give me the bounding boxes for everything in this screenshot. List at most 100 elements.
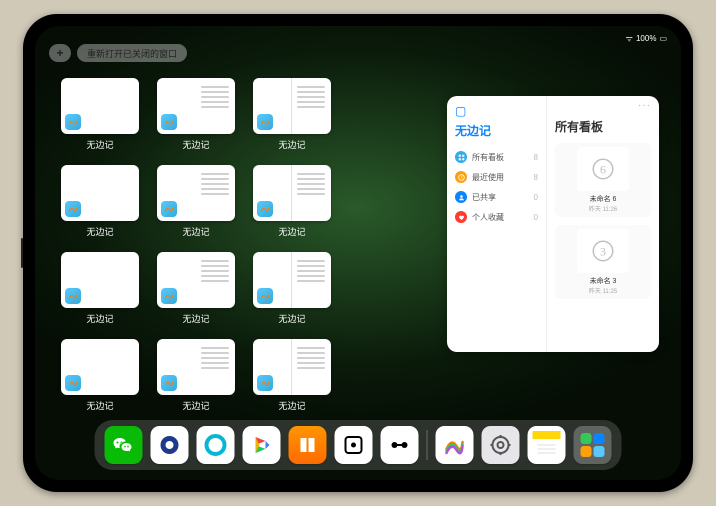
dock [95,420,622,470]
freeform-app-icon [65,375,81,391]
window-thumb[interactable]: 无边记 [251,78,333,151]
category-label: 个人收藏 [472,212,504,223]
window-preview [157,165,235,221]
freeform-app-icon [161,114,177,130]
window-preview [253,252,331,308]
board-date: 昨天 11:26 [589,204,617,213]
window-label: 无边记 [278,312,305,325]
category-heart[interactable]: 个人收藏 0 [455,207,538,227]
freeform-app-icon [161,375,177,391]
heart-icon [455,211,467,223]
window-label: 无边记 [86,399,113,412]
reopen-closed-window-pill[interactable]: 重新打开已关闭的窗口 [77,44,187,62]
dock-app-browser-hd[interactable] [151,426,189,464]
freeform-panel[interactable]: ▢ 无边记 所有看板 8 最近使用 8 已共享 0 个人收藏 0 ··· 所有看板 6 未命名 … [447,96,659,352]
window-thumb[interactable]: 无边记 [155,165,237,238]
battery-icon: ▭ [659,34,667,43]
app-switcher-grid: 无边记无边记无边记无边记无边记无边记无边记无边记无边记无边记无边记无边记 [59,78,429,412]
window-label: 无边记 [86,138,113,151]
category-label: 已共享 [472,192,496,203]
category-count: 0 [534,213,538,222]
dock-app-books[interactable] [289,426,327,464]
window-preview [61,78,139,134]
window-label: 无边记 [182,138,209,151]
window-thumb[interactable]: 无边记 [251,339,333,412]
freeform-app-icon [161,288,177,304]
freeform-app-icon [65,114,81,130]
category-person[interactable]: 已共享 0 [455,187,538,207]
freeform-app-icon [257,288,273,304]
window-label: 无边记 [182,225,209,238]
panel-title: 无边记 [455,122,538,139]
category-label: 最近使用 [472,172,504,183]
window-label: 无边记 [182,312,209,325]
status-right: ᯤ 100% ▭ [626,30,667,46]
category-count: 0 [534,193,538,202]
dock-separator [427,430,428,460]
window-thumb[interactable]: 无边记 [59,339,141,412]
board-item[interactable]: 3 未命名 3昨天 11:25 [555,225,651,299]
window-preview [253,339,331,395]
wifi-icon: ᯤ [626,33,633,44]
board-date: 昨天 11:25 [589,286,617,295]
window-preview [61,252,139,308]
window-label: 无边记 [278,399,305,412]
window-label: 无边记 [278,225,305,238]
window-thumb[interactable]: 无边记 [155,339,237,412]
person-icon [455,191,467,203]
grid-icon [455,151,467,163]
freeform-app-icon [257,375,273,391]
window-thumb[interactable]: 无边记 [59,78,141,151]
ipad-frame: ᯤ 100% ▭ + 重新打开已关闭的窗口 无边记无边记无边记无边记无边记无边记… [23,14,693,492]
freeform-app-icon [65,201,81,217]
window-label: 无边记 [278,138,305,151]
window-label: 无边记 [86,312,113,325]
dock-app-quark[interactable] [197,426,235,464]
sidebar-toggle-icon[interactable]: ▢ [455,104,469,116]
window-thumb[interactable]: 无边记 [59,252,141,325]
panel-main: ··· 所有看板 6 未命名 6昨天 11:26 3 未命名 3昨天 11:25 [547,96,659,352]
category-grid[interactable]: 所有看板 8 [455,147,538,167]
dock-app-settings[interactable] [482,426,520,464]
panel-sidebar: ▢ 无边记 所有看板 8 最近使用 8 已共享 0 个人收藏 0 [447,96,547,352]
freeform-app-icon [257,201,273,217]
window-preview [61,165,139,221]
screen: ᯤ 100% ▭ + 重新打开已关闭的窗口 无边记无边记无边记无边记无边记无边记… [35,26,681,480]
board-item[interactable]: 6 未命名 6昨天 11:26 [555,143,651,217]
new-window-button[interactable]: + [49,44,71,62]
window-preview [253,165,331,221]
window-thumb[interactable]: 无边记 [251,252,333,325]
category-label: 所有看板 [472,152,504,163]
top-pill-row: + 重新打开已关闭的窗口 [49,44,187,62]
category-count: 8 [534,173,538,182]
more-icon[interactable]: ··· [638,100,651,111]
dock-app-wechat[interactable] [105,426,143,464]
dock-app-freeform[interactable] [436,426,474,464]
window-thumb[interactable]: 无边记 [59,165,141,238]
category-clock[interactable]: 最近使用 8 [455,167,538,187]
freeform-app-icon [257,114,273,130]
clock-icon [455,171,467,183]
dock-app-notes[interactable] [528,426,566,464]
dock-app-dice[interactable] [335,426,373,464]
window-label: 无边记 [86,225,113,238]
window-thumb[interactable]: 无边记 [155,78,237,151]
window-preview [157,252,235,308]
board-preview: 3 [577,229,629,273]
window-thumb[interactable]: 无边记 [155,252,237,325]
board-name: 未命名 3 [590,276,617,286]
freeform-app-icon [65,288,81,304]
window-thumb[interactable]: 无边记 [251,165,333,238]
svg-text:6: 6 [600,163,606,177]
panel-right-title: 所有看板 [555,118,651,135]
window-preview [157,78,235,134]
dock-app-app-library[interactable] [574,426,612,464]
dock-app-connect[interactable] [381,426,419,464]
dock-app-play[interactable] [243,426,281,464]
category-count: 8 [534,153,538,162]
window-preview [157,339,235,395]
board-preview: 6 [577,147,629,191]
board-name: 未命名 6 [590,194,617,204]
window-preview [61,339,139,395]
battery-pct: 100% [636,34,656,43]
